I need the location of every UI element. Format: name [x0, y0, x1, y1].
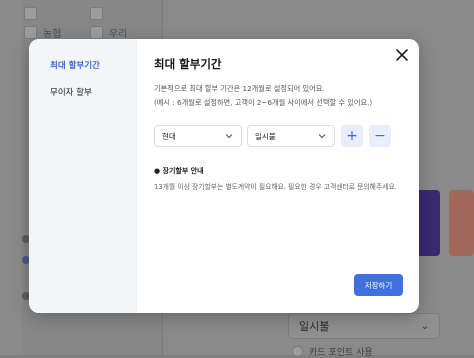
radio-icon	[292, 346, 303, 357]
card-company-select[interactable]: 현대	[154, 125, 242, 147]
installment-period-value: 일시불	[255, 131, 276, 141]
long-term-installment-heading: ● 장기할부 안내	[154, 167, 204, 175]
checkbox-icon	[90, 6, 103, 20]
modal-sidebar: 최대 할부기간 무이자 할부	[29, 39, 137, 313]
sidebar-item-interest-free[interactable]: 무이자 할부	[50, 86, 92, 98]
installment-settings-modal: 최대 할부기간 무이자 할부 최대 할부기간 기본적으로 최대 할부 기간은 1…	[29, 39, 419, 313]
background-checkbox-row	[24, 4, 43, 22]
background-point-option: 카드 포인트 사용	[292, 345, 373, 358]
checkbox-icon	[24, 25, 37, 39]
modal-title: 최대 할부기간	[154, 57, 222, 71]
card-company-value: 현대	[162, 131, 176, 141]
long-term-installment-note: 13개월 이상 장기할부는 별도계약이 필요해요. 필요한 경우 고객센터로 문…	[154, 183, 397, 191]
background-select-value: 일시불	[299, 320, 330, 333]
chevron-down-icon	[225, 134, 233, 139]
background-checkbox-row	[90, 4, 109, 22]
description-line: (예시 : 6개월로 설정하면, 고객이 2~6개월 사이에서 선택할 수 있어…	[154, 98, 373, 107]
chevron-down-icon	[318, 134, 326, 139]
checkbox-icon	[90, 25, 103, 39]
close-icon[interactable]	[394, 47, 410, 63]
remove-row-button[interactable]: −	[369, 125, 391, 147]
description-line: 기본적으로 최대 할부 기간은 12개월로 설정되어 있어요.	[154, 84, 325, 93]
background-point-label: 카드 포인트 사용	[309, 348, 373, 358]
chevron-down-icon: ⌄	[420, 320, 429, 332]
sidebar-item-max-installment[interactable]: 최대 할부기간	[50, 59, 100, 71]
add-row-button[interactable]: +	[341, 125, 363, 147]
background-checkbox-label: 우리	[109, 28, 128, 40]
background-checkbox-label: 농협	[43, 28, 62, 40]
checkbox-icon	[24, 6, 37, 20]
save-button[interactable]: 저장하기	[354, 274, 403, 296]
background-card-salmon	[449, 190, 474, 256]
modal-content: 최대 할부기간 기본적으로 최대 할부 기간은 12개월로 설정되어 있어요. …	[137, 39, 419, 313]
installment-period-select[interactable]: 일시불	[247, 125, 335, 147]
background-installment-select: 일시불 ⌄	[288, 313, 440, 339]
modal-description: 기본적으로 최대 할부 기간은 12개월로 설정되어 있어요. (예시 : 6개…	[154, 82, 372, 110]
